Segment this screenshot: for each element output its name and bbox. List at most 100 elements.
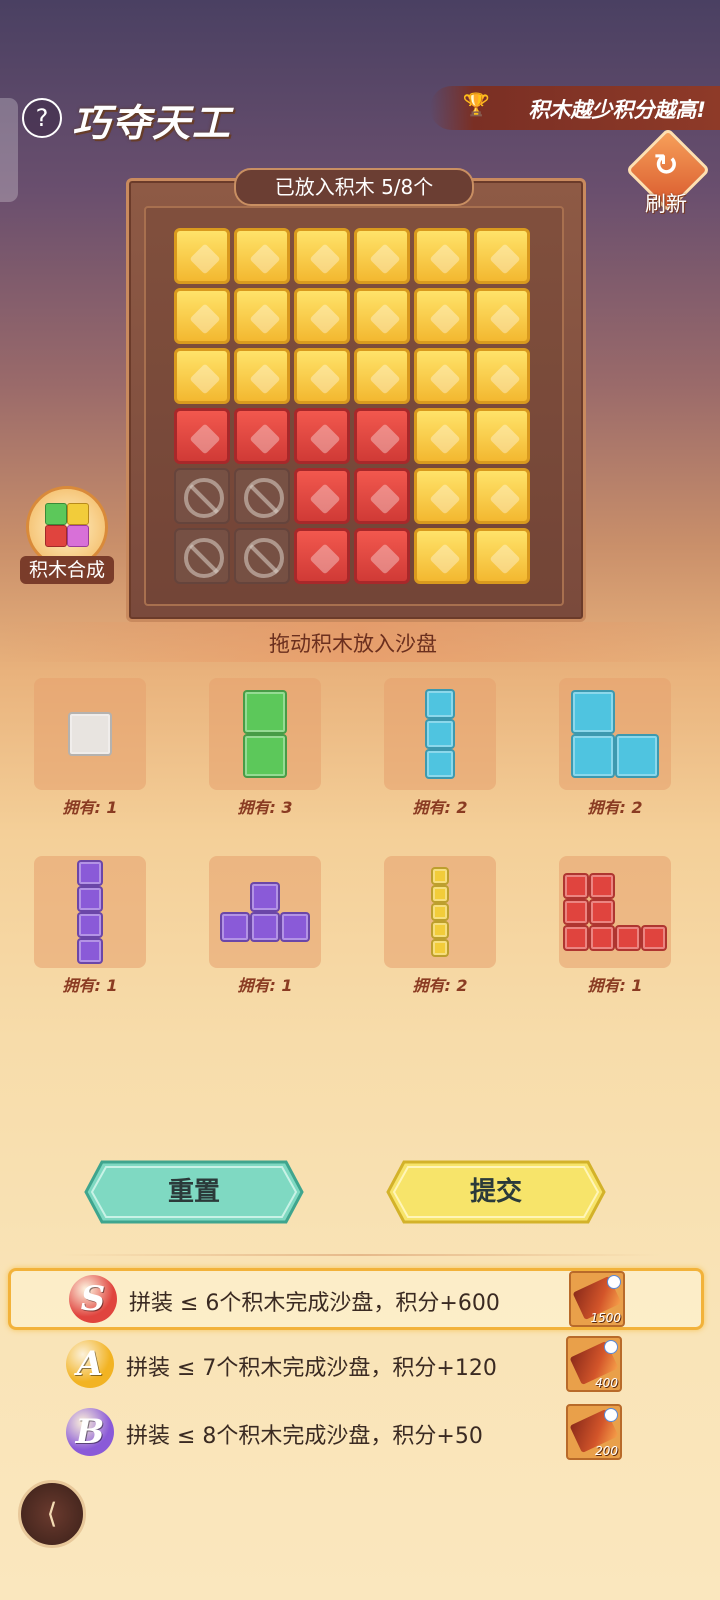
reward-row: S 拼装 ≤ 6个积木完成沙盘，积分+600 1500 <box>8 1268 704 1330</box>
refresh-button[interactable]: ↻ 刷新 <box>625 127 711 216</box>
piece-slot-vertical-4[interactable] <box>34 856 146 968</box>
clock-icon <box>607 1275 621 1289</box>
yellow-block-cell[interactable] <box>414 468 470 524</box>
blocked-cell <box>234 528 290 584</box>
reward-item[interactable]: 200 <box>566 1404 622 1460</box>
blocked-cell <box>234 468 290 524</box>
yellow-block-cell[interactable] <box>294 348 350 404</box>
yellow-block-cell[interactable] <box>474 288 530 344</box>
yellow-block-cell[interactable] <box>354 228 410 284</box>
refresh-icon: ↻ <box>653 148 679 183</box>
drag-hint: 拖动积木放入沙盘 <box>269 632 437 656</box>
yellow-block-cell[interactable] <box>414 408 470 464</box>
piece-block <box>589 873 615 899</box>
yellow-block-cell[interactable] <box>234 228 290 284</box>
piece-block <box>425 749 455 779</box>
submit-button[interactable]: 提交 <box>386 1160 606 1224</box>
piece-owned-count: 拥有: 1 <box>587 976 643 995</box>
piece-block <box>571 690 615 734</box>
yellow-block-cell[interactable] <box>474 408 530 464</box>
yellow-block-cell[interactable] <box>354 288 410 344</box>
yellow-block-cell[interactable] <box>174 348 230 404</box>
yellow-block-cell[interactable] <box>474 348 530 404</box>
piece-block <box>77 860 103 886</box>
edge-handle <box>0 98 18 202</box>
grade-badge-icon: B <box>66 1408 114 1456</box>
grade-badge-icon: A <box>66 1340 114 1388</box>
piece-slot-L-big[interactable] <box>559 856 671 968</box>
piece-block <box>431 885 449 903</box>
back-button[interactable]: ⟨ <box>18 1480 86 1548</box>
hint-banner-text: 积木越少积分越高! <box>528 98 706 122</box>
blocked-cell <box>174 528 230 584</box>
piece-owned-count: 拥有: 2 <box>412 798 468 817</box>
piece-block <box>250 912 280 942</box>
yellow-block-cell[interactable] <box>294 228 350 284</box>
red-block-cell[interactable] <box>174 408 230 464</box>
reward-row: B 拼装 ≤ 8个积木完成沙盘，积分+50 200 <box>8 1404 698 1460</box>
piece-block <box>571 734 615 778</box>
yellow-block-cell[interactable] <box>414 528 470 584</box>
submit-label: 提交 <box>469 1177 522 1207</box>
piece-block <box>77 938 103 964</box>
yellow-block-cell[interactable] <box>414 348 470 404</box>
piece-block <box>280 912 310 942</box>
yellow-block-cell[interactable] <box>174 228 230 284</box>
grade-badge-icon: S <box>69 1275 117 1323</box>
piece-owned-count: 拥有: 1 <box>237 976 293 995</box>
trophy-icon: 🏆 <box>462 93 490 118</box>
piece-slot-single[interactable] <box>34 678 146 790</box>
red-block-cell[interactable] <box>354 528 410 584</box>
yellow-block-cell[interactable] <box>354 348 410 404</box>
yellow-block-cell[interactable] <box>414 228 470 284</box>
reward-row: A 拼装 ≤ 7个积木完成沙盘，积分+120 400 <box>8 1336 698 1392</box>
block-merge-button[interactable]: 积木合成 <box>20 486 114 586</box>
reward-item-count: 200 <box>595 1444 618 1458</box>
red-block-cell[interactable] <box>294 408 350 464</box>
reward-item[interactable]: 400 <box>566 1336 622 1392</box>
reward-item-count: 400 <box>595 1376 618 1390</box>
red-block-cell[interactable] <box>354 408 410 464</box>
piece-block <box>589 925 615 951</box>
piece-slot-vertical-5-thin[interactable] <box>384 856 496 968</box>
refresh-label: 刷新 <box>645 192 687 216</box>
reset-button[interactable]: 重置 <box>84 1160 304 1224</box>
red-block-cell[interactable] <box>294 528 350 584</box>
clock-icon <box>604 1408 618 1422</box>
piece-block <box>641 925 667 951</box>
piece-block <box>243 734 287 778</box>
placed-count: 已放入积木 5/8个 <box>234 168 474 206</box>
piece-slot-vertical-3[interactable] <box>384 678 496 790</box>
piece-block <box>77 886 103 912</box>
piece-block <box>431 921 449 939</box>
reset-label: 重置 <box>167 1177 220 1207</box>
piece-slot-T-4[interactable] <box>209 856 321 968</box>
blocked-icon <box>244 538 284 578</box>
help-button[interactable]: ? <box>22 98 62 138</box>
blocked-icon <box>244 478 284 518</box>
reward-item[interactable]: 1500 <box>569 1271 625 1327</box>
yellow-block-cell[interactable] <box>234 288 290 344</box>
block-merge-label: 积木合成 <box>20 556 114 584</box>
red-block-cell[interactable] <box>234 408 290 464</box>
yellow-block-cell[interactable] <box>474 528 530 584</box>
reward-condition: 拼装 ≤ 8个积木完成沙盘，积分+50 <box>126 1424 483 1449</box>
red-block-cell[interactable] <box>294 468 350 524</box>
piece-block <box>589 899 615 925</box>
yellow-block-cell[interactable] <box>174 288 230 344</box>
piece-block <box>425 689 455 719</box>
red-block-cell[interactable] <box>354 468 410 524</box>
yellow-block-cell[interactable] <box>474 468 530 524</box>
reward-item-count: 1500 <box>590 1311 621 1325</box>
piece-block <box>615 734 659 778</box>
yellow-block-cell[interactable] <box>474 228 530 284</box>
piece-block <box>431 903 449 921</box>
sandbox-grid[interactable] <box>174 228 536 584</box>
yellow-block-cell[interactable] <box>234 348 290 404</box>
yellow-block-cell[interactable] <box>414 288 470 344</box>
yellow-block-cell[interactable] <box>294 288 350 344</box>
piece-block <box>563 925 589 951</box>
piece-slot-L-3[interactable] <box>559 678 671 790</box>
piece-block <box>563 899 589 925</box>
piece-slot-vertical-2[interactable] <box>209 678 321 790</box>
